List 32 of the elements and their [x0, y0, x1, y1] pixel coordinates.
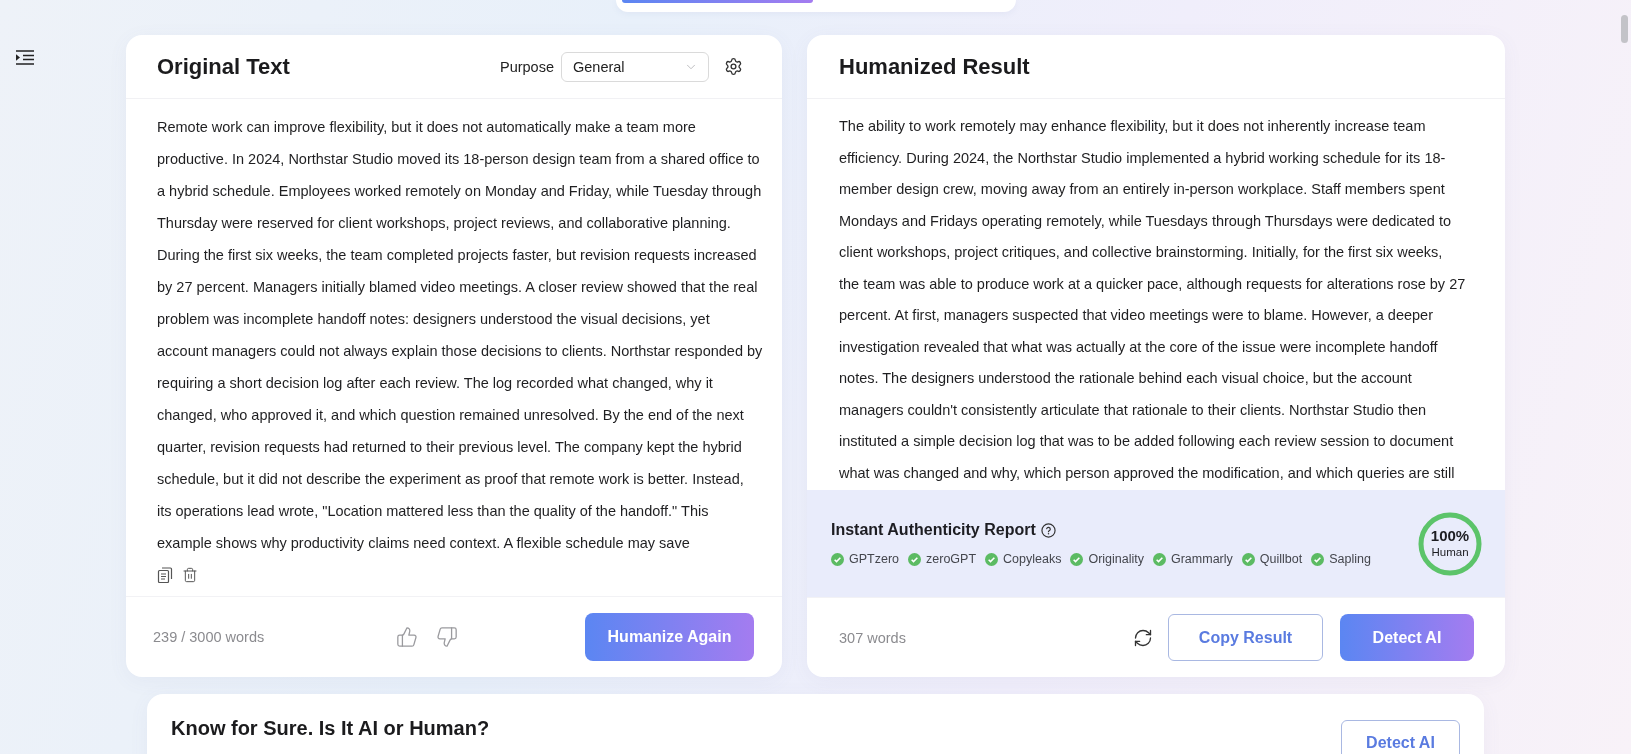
help-icon[interactable]	[1040, 522, 1056, 538]
detector-name: Copyleaks	[1003, 552, 1062, 566]
card-title: Original Text	[157, 53, 290, 80]
detector-name: Sapling	[1329, 552, 1371, 566]
copy-icon[interactable]	[157, 567, 173, 583]
thumbs-up-icon[interactable]	[396, 626, 418, 648]
report-title: Instant Authenticity Report	[831, 521, 1036, 539]
scrollbar-thumb[interactable]	[1621, 15, 1628, 43]
word-count: 239 / 3000 words	[153, 629, 265, 645]
original-text[interactable]: Remote work can improve flexibility, but it does not automatically make a team more productive. In 2024, Northstar Studio moved its 18-person design team from a shared office to a hybrid schedule. Employees worked remotely on Monday and Friday, while Tuesday through Thursday were reserved for client workshops, project reviews, and collaborative planning. During the first six weeks, the team completed projects faster, but revision requests increased by 27 percent. Managers initially blamed video meetings. A closer review showed that the real problem was incomplete handoff notes: designers understood the visual decisions, yet account managers could not always explain those decisions to clients. Northstar responded by requiring a short decision log after each review. The log recorded what changed, why it changed, who approved it, and which question remained unresolved. By the end of the next quarter, revision requests had returned to their previous level. The company kept the hybrid schedule, but it did not describe the experiment as proof that remote work is better. Instead, its operations lead wrote, "Location mattered less than the quality of the handoff." This example shows why productivity claims need context. A flexible schedule may save	[157, 111, 780, 559]
detector-name: zeroGPT	[926, 552, 977, 566]
detect-ai-button[interactable]: Detect AI	[1340, 614, 1474, 661]
word-count: 307 words	[839, 629, 906, 646]
refresh-icon[interactable]	[1133, 627, 1153, 648]
thumbs-down-icon[interactable]	[436, 626, 458, 648]
detector-name: Originality	[1088, 552, 1144, 566]
purpose-label: Purpose	[500, 58, 554, 75]
promo-title: Know for Sure. Is It AI or Human?	[171, 716, 490, 740]
detect-ai-button[interactable]: Detect AI	[1341, 720, 1460, 754]
detector-name: Grammarly	[1171, 552, 1233, 566]
trash-icon[interactable]	[182, 567, 198, 583]
settings-icon[interactable]	[724, 57, 743, 76]
detector-name: Quillbot	[1259, 552, 1303, 566]
humanize-again-button[interactable]: Humanize Again	[585, 613, 754, 661]
score-value: 100%	[1430, 527, 1470, 545]
humanized-text: The ability to work remotely may enhance flexibility, but it does not inherently increase team efficiency. During 2024, the Northstar Studio implemented a hybrid working schedule for its 18- member design crew, moving away from an entirely in-person workplace. Staff members spent Mondays and Fridays operating remotely, while Tuesdays through Thursdays were dedicated to client workshops, project critiques, and collective brainstorming. Initially, for the first six weeks, the team was able to produce work at a quicker pace, although requests for alterations rose by 27 percent. At first, managers suspected that video meetings were to blame. However, a deeper investigation revealed that what was actually at the core of the issue were incomplete handoff notes. The designers understood the rationale behind each visual choice, but the account managers couldn't consistently articulate that rationale to their clients. Northstar Studio then instituted a simple decision log that was to be added following each review session to document what was changed and why, which person approved the modification, and which queries are still	[839, 117, 1467, 483]
score-label: Human	[1431, 545, 1469, 560]
purpose-select[interactable]: General	[561, 51, 709, 82]
menu-indent-icon[interactable]	[16, 50, 34, 65]
card-title: Humanized Result	[839, 53, 1030, 80]
copy-result-button[interactable]: Copy Result	[1168, 614, 1323, 661]
detector-name: GPTzero	[849, 552, 899, 566]
